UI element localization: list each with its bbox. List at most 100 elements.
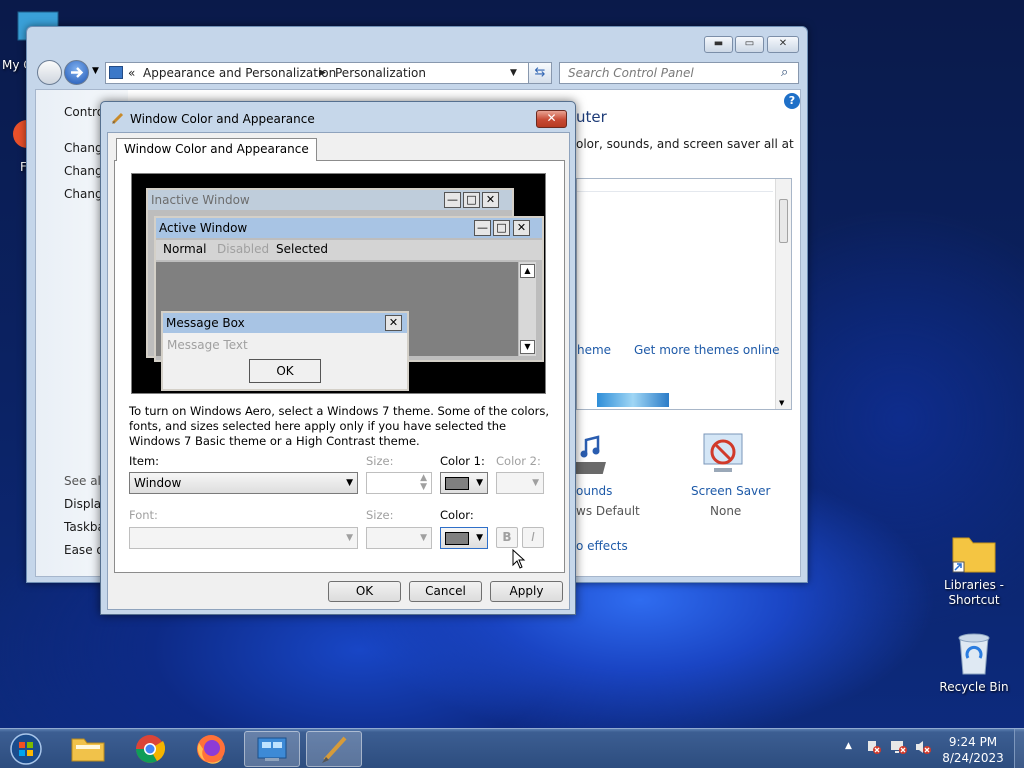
screen-saver-icon[interactable] xyxy=(700,430,746,476)
page-intro: olor, sounds, and screen saver all at xyxy=(576,137,794,151)
maximize-icon: □ xyxy=(463,192,480,208)
item-select[interactable]: Window ▼ xyxy=(129,472,358,494)
paint-brush-icon xyxy=(111,111,125,125)
message-box-title-bar: Message Box xyxy=(163,313,407,333)
dialog-body: Window Color and Appearance Inactive Win… xyxy=(107,132,570,610)
arrow-right-icon xyxy=(71,67,84,78)
mouse-cursor-icon xyxy=(512,549,526,569)
taskbar-chrome[interactable] xyxy=(122,731,178,767)
font-color-picker[interactable]: ▼ xyxy=(440,527,488,549)
color1-picker[interactable]: ▼ xyxy=(440,472,488,494)
color2-label: Color 2: xyxy=(496,454,541,468)
back-button[interactable] xyxy=(37,60,62,85)
address-dropdown-icon[interactable]: ▼ xyxy=(510,63,517,83)
apply-button[interactable]: Apply xyxy=(490,581,563,602)
search-input[interactable]: Search Control Panel xyxy=(559,62,799,84)
network-icon[interactable] xyxy=(890,739,908,755)
theme-thumbnail[interactable] xyxy=(597,393,669,407)
taskbar-firefox[interactable] xyxy=(183,731,239,767)
close-icon: ✕ xyxy=(513,220,530,236)
taskbar-paint[interactable] xyxy=(306,731,362,767)
dialog-close-button[interactable]: ✕ xyxy=(536,110,567,128)
desktop-icon-label: Recycle Bin xyxy=(939,680,1009,694)
address-bar[interactable]: « Appearance and Personalization ▶ Perso… xyxy=(105,62,541,84)
menu-normal: Normal xyxy=(163,242,207,256)
window-color-appearance-dialog: Window Color and Appearance ✕ Window Col… xyxy=(100,101,576,615)
cancel-button[interactable]: Cancel xyxy=(409,581,482,602)
item-size-label: Size: xyxy=(366,454,394,468)
help-icon[interactable]: ? xyxy=(784,93,800,109)
maximize-button[interactable]: ▭ xyxy=(735,36,764,53)
font-size-select[interactable]: ▼ xyxy=(366,527,432,549)
color2-picker[interactable]: ▼ xyxy=(496,472,544,494)
tab-window-color-appearance[interactable]: Window Color and Appearance xyxy=(116,138,317,161)
close-button[interactable]: ✕ xyxy=(767,36,799,53)
minimize-icon: — xyxy=(474,220,491,236)
inactive-window-title: Inactive Window xyxy=(151,193,250,207)
forward-button[interactable] xyxy=(64,60,89,85)
maximize-icon: □ xyxy=(493,220,510,236)
appearance-preview: Inactive Window — □ ✕ Active Window — □ … xyxy=(131,173,546,394)
italic-button[interactable]: I xyxy=(522,527,544,548)
recent-pages-dropdown[interactable]: ▼ xyxy=(92,66,99,76)
theme-link[interactable]: heme xyxy=(577,343,611,357)
themes-scrollbar[interactable]: ▼ xyxy=(775,179,791,409)
get-more-themes-link[interactable]: Get more themes online xyxy=(634,343,780,357)
desktop-icon-recycle-bin[interactable]: Recycle Bin xyxy=(938,630,1010,694)
breadcrumb-item[interactable]: Personalization xyxy=(335,63,426,83)
action-center-icon[interactable] xyxy=(866,739,882,755)
active-window-title: Active Window xyxy=(159,221,248,235)
close-icon: ✕ xyxy=(546,111,557,125)
message-box-preview: Message Box ✕ Message Text OK xyxy=(161,311,409,391)
taskbar-control-panel[interactable] xyxy=(244,731,300,767)
sounds-label[interactable]: ounds xyxy=(576,484,612,498)
breadcrumb-item[interactable]: Appearance and Personalization xyxy=(143,63,336,83)
font-color-label: Color: xyxy=(440,508,474,522)
screen-saver-value: None xyxy=(710,504,742,518)
chrome-icon xyxy=(136,735,166,763)
color1-swatch xyxy=(445,477,469,490)
breadcrumb-separator-icon: ▶ xyxy=(319,68,326,78)
font-select[interactable]: ▼ xyxy=(129,527,358,549)
chevron-down-icon: ▼ xyxy=(346,478,353,488)
folder-shortcut-icon xyxy=(952,537,996,573)
bold-button[interactable]: B xyxy=(496,527,518,548)
clock[interactable]: 9:24 PM 8/24/2023 xyxy=(930,734,1016,766)
color1-label: Color 1: xyxy=(440,454,485,468)
breadcrumb-root[interactable]: « xyxy=(128,63,135,83)
sounds-icon[interactable] xyxy=(568,432,618,478)
message-box-title: Message Box xyxy=(166,316,245,330)
tab-panel: Inactive Window — □ ✕ Active Window — □ … xyxy=(114,160,565,573)
desktop-icon-label: Libraries - Shortcut xyxy=(944,578,1004,607)
navigation-bar: ▼ « Appearance and Personalization ▶ Per… xyxy=(35,60,801,88)
taskbar-file-explorer[interactable] xyxy=(60,731,116,767)
desktop-icon-file[interactable]: F xyxy=(4,118,41,174)
page-heading: uter xyxy=(576,108,607,126)
font-color-swatch xyxy=(445,532,469,545)
sounds-value: ws Default xyxy=(576,504,640,518)
start-button[interactable] xyxy=(2,731,50,767)
effects-link[interactable]: o effects xyxy=(576,539,628,553)
preview-scrollbar: ▲ ▼ xyxy=(518,262,536,356)
item-select-value: Window xyxy=(134,476,182,490)
desktop-icon-libraries[interactable]: Libraries - Shortcut xyxy=(938,532,1010,608)
music-notes-icon xyxy=(568,435,606,474)
item-size-spinner[interactable]: ▲ ▼ xyxy=(366,472,432,494)
font-label: Font: xyxy=(129,508,158,522)
refresh-icon: ⇆ xyxy=(534,65,546,80)
show-desktop-button[interactable] xyxy=(1014,729,1024,768)
chevron-down-icon: ▼ xyxy=(532,478,539,488)
search-icon: ⌕ xyxy=(781,65,789,80)
menu-disabled: Disabled xyxy=(217,242,270,256)
clock-date: 8/24/2023 xyxy=(942,751,1004,765)
show-hidden-icons-button[interactable]: ▲ xyxy=(845,741,852,751)
control-panel-icon xyxy=(257,737,287,761)
refresh-button[interactable]: ⇆ xyxy=(528,62,552,84)
message-text: Message Text xyxy=(167,338,248,352)
ok-button[interactable]: OK xyxy=(328,581,401,602)
file-explorer-icon xyxy=(71,738,105,762)
see-also-taskbar-link[interactable]: Taskba xyxy=(64,520,105,534)
message-box-ok-button: OK xyxy=(249,359,321,383)
minimize-button[interactable]: ▬ xyxy=(704,36,733,53)
screen-saver-label[interactable]: Screen Saver xyxy=(691,484,770,498)
